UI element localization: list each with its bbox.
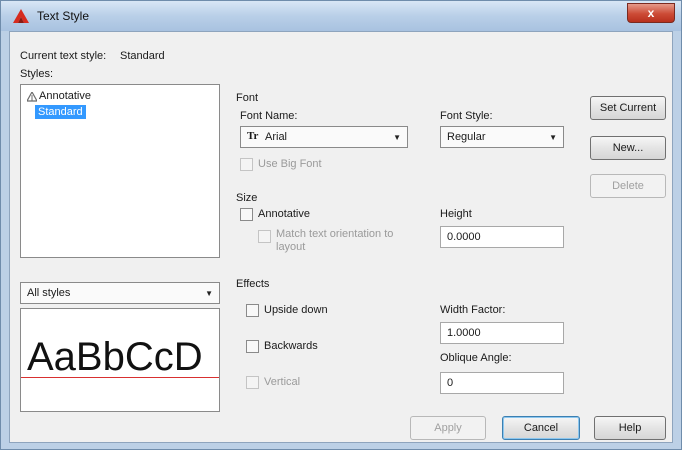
use-big-font-label: Use Big Font [258, 158, 322, 170]
style-item-label: Annotative [39, 90, 91, 102]
preview-text: AaBbCcD [27, 335, 203, 379]
current-style-value: Standard [120, 50, 165, 62]
text-preview: AaBbCcD [20, 308, 220, 412]
delete-button[interactable]: Delete [590, 174, 666, 198]
autocad-logo-icon [13, 9, 29, 23]
styles-label: Styles: [20, 68, 54, 80]
font-group-label: Font [236, 92, 259, 104]
annotative-checkbox[interactable] [240, 208, 253, 221]
height-value: 0.0000 [447, 231, 481, 243]
backwards-label: Backwards [264, 340, 318, 352]
close-icon: x [647, 6, 655, 20]
title-bar[interactable]: Text Style x [1, 1, 681, 31]
set-current-button[interactable]: Set Current [590, 96, 666, 120]
match-orientation-label: Match text orientation to layout [276, 228, 394, 253]
style-item-standard[interactable]: Standard [35, 105, 86, 119]
text-style-dialog: Text Style x Current text style: Standar… [0, 0, 682, 450]
oblique-angle-value: 0 [447, 377, 454, 389]
chevron-down-icon: ▼ [549, 133, 557, 142]
apply-button[interactable]: Apply [410, 416, 486, 440]
font-name-dropdown[interactable]: Tr Arial ▼ [240, 126, 408, 148]
font-name-label: Font Name: [240, 110, 298, 122]
style-item-annotative[interactable]: Annotative [25, 90, 215, 104]
window-title: Text Style [37, 9, 90, 23]
close-button[interactable]: x [627, 3, 675, 23]
vertical-label: Vertical [264, 376, 301, 388]
effects-group-label: Effects [236, 278, 270, 290]
annotative-scale-icon [27, 92, 37, 102]
use-big-font-checkbox[interactable] [240, 158, 253, 171]
truetype-icon: Tr [247, 130, 259, 142]
cancel-button[interactable]: Cancel [502, 416, 580, 440]
styles-filter-dropdown[interactable]: All styles ▼ [20, 282, 220, 304]
chevron-down-icon: ▼ [205, 289, 213, 298]
width-factor-input[interactable]: 1.0000 [440, 322, 564, 344]
font-name-value: Arial [265, 131, 288, 143]
annotative-label: Annotative [258, 208, 310, 220]
new-button[interactable]: New... [590, 136, 666, 160]
help-button[interactable]: Help [594, 416, 666, 440]
height-input[interactable]: 0.0000 [440, 226, 564, 248]
preview-baseline [21, 377, 219, 378]
vertical-checkbox[interactable] [246, 376, 259, 389]
font-style-value: Regular [447, 131, 486, 143]
oblique-angle-label: Oblique Angle: [440, 352, 512, 364]
match-orientation-checkbox[interactable] [258, 230, 271, 243]
size-group-label: Size [236, 192, 258, 204]
font-style-label: Font Style: [440, 110, 493, 122]
styles-filter-value: All styles [27, 287, 71, 299]
upside-down-checkbox[interactable] [246, 304, 259, 317]
current-style-label: Current text style: [20, 50, 107, 62]
upside-down-label: Upside down [264, 304, 328, 316]
chevron-down-icon: ▼ [393, 133, 401, 142]
width-factor-label: Width Factor: [440, 304, 506, 316]
height-label: Height [440, 208, 472, 220]
dialog-body: Current text style: Standard Styles: Ann… [9, 31, 673, 443]
styles-list[interactable]: Annotative Standard [20, 84, 220, 258]
width-factor-value: 1.0000 [447, 327, 481, 339]
backwards-checkbox[interactable] [246, 340, 259, 353]
font-style-dropdown[interactable]: Regular ▼ [440, 126, 564, 148]
oblique-angle-input[interactable]: 0 [440, 372, 564, 394]
